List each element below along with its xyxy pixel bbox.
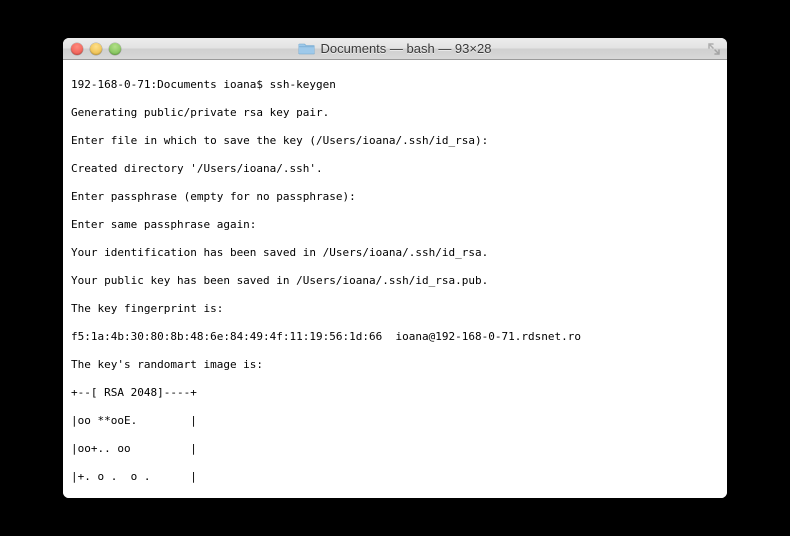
window-title: Documents — bash — 93×28	[321, 41, 492, 56]
titlebar[interactable]: Documents — bash — 93×28	[63, 38, 727, 60]
terminal-line: 192-168-0-71:Documents ioana$ ssh-keygen	[71, 78, 719, 92]
terminal-line: |+. o . o . |	[71, 470, 719, 484]
terminal-line: |oo **ooE. |	[71, 414, 719, 428]
terminal-line: Enter file in which to save the key (/Us…	[71, 134, 719, 148]
zoom-icon[interactable]	[109, 43, 121, 55]
terminal-line: Enter passphrase (empty for no passphras…	[71, 190, 719, 204]
terminal-line: Created directory '/Users/ioana/.ssh'.	[71, 162, 719, 176]
terminal-line: f5:1a:4b:30:80:8b:48:6e:84:49:4f:11:19:5…	[71, 330, 719, 344]
minimize-icon[interactable]	[90, 43, 102, 55]
traffic-lights	[71, 43, 121, 55]
terminal-line: |oo+.. oo |	[71, 442, 719, 456]
terminal-line: +--[ RSA 2048]----+	[71, 386, 719, 400]
fullscreen-icon[interactable]	[707, 42, 721, 56]
terminal-window: Documents — bash — 93×28 192-168-0-71:Do…	[63, 38, 727, 498]
terminal-line: Generating public/private rsa key pair.	[71, 106, 719, 120]
terminal-output[interactable]: 192-168-0-71:Documents ioana$ ssh-keygen…	[63, 60, 727, 498]
terminal-line: The key's randomart image is:	[71, 358, 719, 372]
window-title-group: Documents — bash — 93×28	[299, 41, 492, 56]
folder-icon	[299, 42, 315, 55]
terminal-line: Your public key has been saved in /Users…	[71, 274, 719, 288]
terminal-line: Your identification has been saved in /U…	[71, 246, 719, 260]
terminal-line: The key fingerprint is:	[71, 302, 719, 316]
terminal-line: Enter same passphrase again:	[71, 218, 719, 232]
close-icon[interactable]	[71, 43, 83, 55]
